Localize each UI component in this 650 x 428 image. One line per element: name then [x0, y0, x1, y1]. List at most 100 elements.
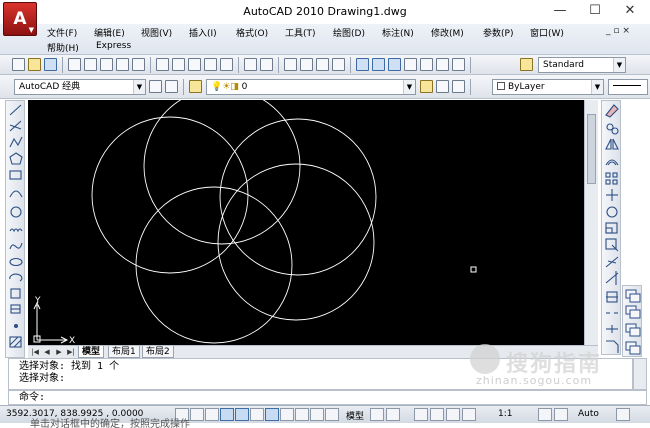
hatch-icon[interactable]	[9, 336, 22, 348]
vertical-scrollbar[interactable]	[584, 100, 598, 345]
move-icon[interactable]	[606, 189, 618, 201]
scrollbar-thumb[interactable]	[587, 114, 596, 184]
copy-icon[interactable]	[172, 58, 185, 71]
spline-icon[interactable]	[9, 242, 23, 250]
coordinates-readout[interactable]: 3592.3017, 838.9925 , 0.0000	[6, 409, 143, 419]
3d-dwf-icon[interactable]	[116, 58, 129, 71]
workspace-select[interactable]: AutoCAD 经典 ▼	[14, 79, 146, 95]
bring-above-icon[interactable]	[625, 323, 641, 337]
tab-layout2[interactable]: 布局2	[142, 346, 174, 358]
maximize-button[interactable]: ☐	[580, 1, 610, 21]
array-icon[interactable]	[605, 172, 618, 185]
pan-icon[interactable]	[284, 58, 297, 71]
drawn-circle[interactable]	[91, 116, 249, 274]
save-icon[interactable]	[44, 58, 57, 71]
showmotion-icon[interactable]	[462, 408, 476, 421]
layer-properties-icon[interactable]	[189, 80, 202, 93]
menu-format[interactable]: 格式(O)	[236, 26, 268, 39]
new-file-icon[interactable]	[12, 58, 25, 71]
command-input[interactable]: 命令:	[8, 390, 647, 405]
ellipse-arc-icon[interactable]	[9, 273, 23, 282]
menu-dimension[interactable]: 标注(N)	[382, 26, 414, 39]
tab-layout1[interactable]: 布局1	[108, 346, 140, 358]
next-tab-icon[interactable]: ▶	[54, 347, 64, 357]
text-style-icon[interactable]	[520, 58, 533, 71]
design-center-icon[interactable]	[372, 58, 385, 71]
menu-modify[interactable]: 修改(M)	[431, 26, 464, 39]
etransmit-icon[interactable]	[132, 58, 145, 71]
rotate-icon[interactable]	[606, 206, 618, 218]
close-button[interactable]: ✕	[615, 1, 645, 21]
sheet-set-icon[interactable]	[404, 58, 417, 71]
pan-status-icon[interactable]	[414, 408, 428, 421]
block-editor-icon[interactable]	[220, 58, 233, 71]
help-icon[interactable]	[452, 58, 465, 71]
join-icon[interactable]	[606, 325, 618, 333]
erase-icon[interactable]	[605, 104, 619, 118]
annotation-scale[interactable]: 1:1	[498, 409, 512, 419]
ellipse-icon[interactable]	[9, 257, 23, 267]
menu-express[interactable]: Express	[96, 41, 131, 51]
menu-edit[interactable]: 编辑(E)	[94, 26, 125, 39]
print-icon[interactable]	[68, 58, 81, 71]
model-space-toggle[interactable]: 模型	[346, 409, 364, 422]
menu-tools[interactable]: 工具(T)	[285, 26, 316, 39]
paste-icon[interactable]	[188, 58, 201, 71]
undo-icon[interactable]	[244, 58, 257, 71]
scale-icon[interactable]	[605, 222, 618, 234]
ortho-mode-icon[interactable]	[205, 408, 219, 421]
insert-block-icon[interactable]	[10, 288, 21, 299]
auto-scale-icon[interactable]	[554, 408, 568, 421]
drawn-circle[interactable]	[135, 186, 293, 344]
make-object-layer-current-icon[interactable]	[420, 80, 433, 93]
cut-icon[interactable]	[156, 58, 169, 71]
command-scrollbar[interactable]	[633, 358, 647, 390]
quick-properties-icon[interactable]	[325, 408, 339, 421]
3d-object-snap-icon[interactable]	[250, 408, 264, 421]
menu-insert[interactable]: 插入(I)	[189, 26, 217, 39]
quickcalc-icon[interactable]	[436, 58, 449, 71]
tab-model[interactable]: 模型	[78, 346, 105, 358]
workspace-menu-icon[interactable]	[165, 80, 178, 93]
first-tab-icon[interactable]: |◀	[30, 347, 40, 357]
make-block-icon[interactable]	[10, 304, 21, 314]
menu-draw[interactable]: 绘图(D)	[333, 26, 365, 39]
bring-to-front-icon[interactable]	[625, 289, 641, 303]
drawn-circle[interactable]	[219, 118, 377, 276]
clean-screen-icon[interactable]	[616, 408, 630, 421]
zoom-previous-icon[interactable]	[332, 58, 345, 71]
send-to-back-icon[interactable]	[625, 305, 641, 319]
point-icon[interactable]	[13, 323, 19, 329]
layer-previous-icon[interactable]	[436, 80, 449, 93]
linetype-select[interactable]	[608, 79, 648, 95]
break-at-point-icon[interactable]	[606, 291, 618, 303]
print-preview-icon[interactable]	[84, 58, 97, 71]
document-window-controls[interactable]: _ ▫ ×	[606, 26, 630, 36]
offset-icon[interactable]	[605, 159, 619, 166]
annotation-visibility-icon[interactable]	[538, 408, 552, 421]
zoom-status-icon[interactable]	[430, 408, 444, 421]
match-properties-icon[interactable]	[204, 58, 217, 71]
trim-icon[interactable]	[605, 256, 619, 268]
quick-view-drawings-icon[interactable]	[386, 408, 400, 421]
drawing-canvas[interactable]: Y X	[28, 100, 584, 345]
polygon-icon[interactable]	[9, 152, 23, 165]
send-under-icon[interactable]	[625, 341, 641, 355]
menu-parametric[interactable]: 参数(P)	[483, 26, 513, 39]
zoom-window-icon[interactable]	[316, 58, 329, 71]
menu-file[interactable]: 文件(F)	[47, 26, 77, 39]
color-select[interactable]: ByLayer ▼	[492, 79, 604, 95]
menu-window[interactable]: 窗口(W)	[530, 26, 564, 39]
open-file-icon[interactable]	[28, 58, 41, 71]
construction-line-icon[interactable]	[9, 120, 22, 132]
dynamic-ucs-icon[interactable]	[280, 408, 294, 421]
workspace-switch[interactable]: Auto	[578, 409, 599, 419]
text-style-select[interactable]: Standard ▼	[538, 57, 626, 73]
line-icon[interactable]	[9, 104, 22, 116]
layer-states-icon[interactable]	[452, 80, 465, 93]
rectangle-icon[interactable]	[9, 170, 22, 180]
arc-icon[interactable]	[9, 190, 23, 198]
revcloud-icon[interactable]	[9, 228, 23, 233]
minimize-button[interactable]: —	[545, 1, 575, 21]
redo-icon[interactable]	[260, 58, 273, 71]
